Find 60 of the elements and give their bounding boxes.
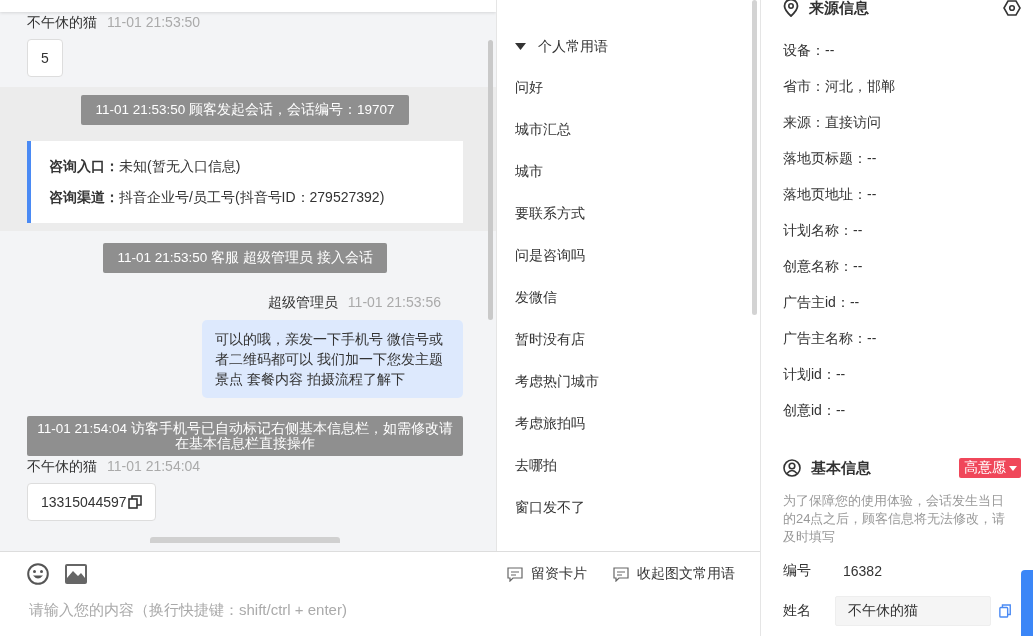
inquiry-info-line: 咨询入口：未知(暂无入口信息) (49, 157, 242, 176)
location-pin-icon (783, 0, 799, 17)
system-message: 11-01 21:53:50 客服 超级管理员 接入会话 (103, 243, 387, 273)
source-info-row-text: 创意名称：-- (783, 257, 864, 276)
image-icon[interactable] (65, 564, 87, 585)
source-info-row-text: 广告主id：-- (783, 293, 861, 312)
phrase-item[interactable]: 考虑热门城市 (515, 360, 744, 402)
source-info-row-text: 创意id：-- (783, 401, 847, 420)
message-time: 11-01 21:54:04 (107, 457, 201, 475)
caret-icon (1009, 465, 1017, 471)
name-field[interactable]: 不午休的猫 (834, 596, 991, 626)
notice-text: 为了保障您的使用体验，会话发生当日的24点之后，顾客信息将无法修改，请及时填写 (783, 492, 1007, 546)
system-message: 11-01 21:53:50 顾客发起会话，会话编号：19707 (81, 95, 409, 125)
customer-message: 5 (27, 39, 63, 77)
field-label: 姓名 (783, 602, 812, 620)
phrase-group-header[interactable]: 个人常用语 (515, 28, 744, 66)
source-info-row-text: 省市：河北，邯郸 (783, 77, 896, 96)
customer-message: 13315044597 (27, 483, 156, 521)
toolbar-button[interactable]: 收起图文常用语 (613, 565, 735, 584)
section-title: 基本信息 (811, 458, 871, 478)
source-info-row-text: 落地页标题：-- (783, 149, 878, 168)
message-time: 11-01 21:53:56 (347, 293, 441, 311)
phrase-item[interactable]: 问好 (515, 66, 744, 108)
sender-name: 不午休的猫 (27, 457, 97, 475)
emoji-icon[interactable] (27, 563, 49, 586)
message-card-icon (613, 566, 629, 582)
phrase-item[interactable]: 城市汇总 (515, 108, 744, 150)
user-circle-icon (783, 459, 801, 477)
phrase-item[interactable]: 考虑旅拍吗 (515, 402, 744, 444)
sender-name: 超级管理员 (267, 293, 338, 311)
scrollbar[interactable] (488, 40, 493, 320)
phrase-item[interactable]: 问是咨询吗 (515, 234, 744, 276)
message-time: 11-01 21:53:50 (107, 13, 201, 31)
system-notice: 11-01 21:54:04 访客手机号已自动标记右侧基本信息栏，如需修改请在基本信息栏直接操作 (27, 416, 463, 456)
source-info-row-text: 设备：-- (783, 41, 836, 60)
caret-icon (515, 43, 526, 51)
message-input[interactable]: 请输入您的内容（换行快捷键：shift/ctrl + enter) (27, 600, 733, 620)
sender-name: 不午休的猫 (27, 13, 97, 31)
copy-icon[interactable] (127, 495, 142, 509)
source-info-row-text: 广告主名称：-- (783, 329, 878, 348)
phrase-item[interactable]: 城市 (515, 150, 744, 192)
agent-message: 可以的哦，亲发一下手机号 微信号或者二维码都可以 我们加一下您发主题景点 套餐内容 拍摄流程了解下 (202, 320, 463, 398)
phrase-item[interactable]: 暂时没有店 (515, 318, 744, 360)
message-card-icon (507, 566, 523, 582)
section-title: 来源信息 (809, 0, 869, 18)
scrollbar[interactable] (752, 0, 757, 315)
phrase-item[interactable]: 要联系方式 (515, 192, 744, 234)
field-label: 编号 (783, 562, 812, 580)
source-info-row-text: 落地页地址：-- (783, 185, 878, 204)
source-info-row-text: 计划名称：-- (783, 221, 864, 240)
toolbar-button[interactable]: 留资卡片 (507, 565, 587, 584)
phrase-item[interactable]: 窗口发不了 (515, 486, 744, 528)
intent-tag[interactable]: 高意愿 (959, 458, 1021, 478)
field-value: 16382 (843, 563, 882, 579)
inquiry-info-line: 咨询渠道：抖音企业号/员工号(抖音号ID：279527392) (49, 188, 386, 207)
phrase-item[interactable]: 去哪拍 (515, 444, 744, 486)
settings-icon[interactable] (1003, 0, 1021, 16)
phrase-item[interactable]: 发微信 (515, 276, 744, 318)
source-info-row-text: 来源：直接访问 (783, 113, 882, 132)
source-info-row-text: 计划id：-- (783, 365, 847, 384)
